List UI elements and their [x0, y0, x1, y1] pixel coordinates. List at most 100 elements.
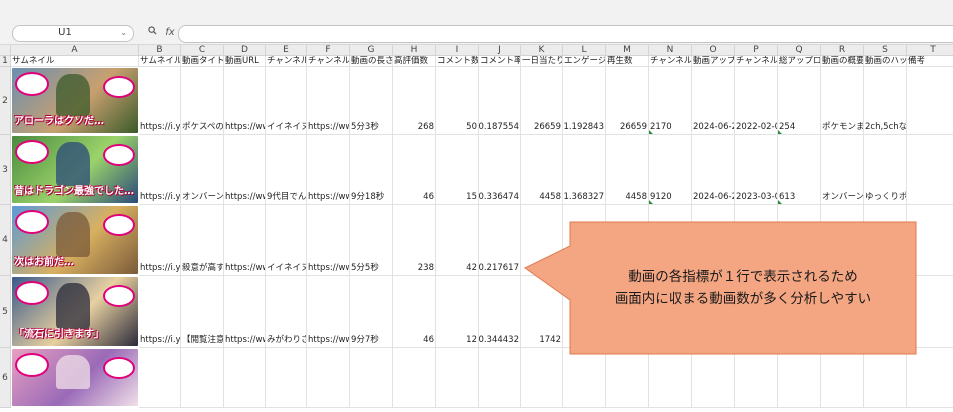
column-header-H[interactable]: H — [393, 45, 436, 56]
column-header-J[interactable]: J — [479, 45, 521, 56]
data-cell-B[interactable]: https://i.y — [139, 276, 181, 348]
header-cell[interactable]: 高評価数 — [393, 56, 436, 67]
data-cell-P[interactable]: 2022-02-0 — [735, 67, 778, 135]
select-all-corner[interactable] — [0, 45, 11, 56]
header-cell[interactable]: 動画アップ — [692, 56, 735, 67]
video-thumbnail[interactable] — [12, 349, 138, 406]
fx-label[interactable]: fx — [165, 27, 174, 38]
column-header-D[interactable]: D — [224, 45, 266, 56]
data-cell-B[interactable]: https://i.y — [139, 135, 181, 205]
data-cell-B[interactable]: https://i.y — [139, 67, 181, 135]
column-header-M[interactable]: M — [606, 45, 649, 56]
data-cell-T[interactable] — [907, 67, 953, 135]
data-cell-H[interactable]: 46 — [393, 276, 436, 348]
column-header-I[interactable]: I — [436, 45, 479, 56]
formula-input[interactable] — [178, 25, 953, 43]
data-cell-E[interactable]: 9代目でん — [266, 135, 307, 205]
data-cell-H[interactable]: 238 — [393, 205, 436, 276]
data-cell-R[interactable] — [821, 348, 864, 408]
data-cell-I[interactable]: 12 — [436, 276, 479, 348]
data-cell-F[interactable] — [307, 348, 350, 408]
data-cell-M[interactable]: 4458 — [606, 135, 649, 205]
header-cell[interactable]: 再生数 — [606, 56, 649, 67]
data-cell-I[interactable] — [436, 348, 479, 408]
header-cell[interactable]: チャンネル — [649, 56, 692, 67]
header-cell[interactable]: 動画タイトル — [181, 56, 224, 67]
column-header-N[interactable]: N — [649, 45, 692, 56]
data-cell-T[interactable] — [907, 135, 953, 205]
data-cell-K[interactable]: 26659 — [521, 67, 563, 135]
data-cell-M[interactable]: 26659 — [606, 67, 649, 135]
data-cell-O[interactable]: 2024-06-2 — [692, 67, 735, 135]
column-header-E[interactable]: E — [266, 45, 307, 56]
header-cell[interactable]: 動画の長さ — [350, 56, 393, 67]
header-cell[interactable]: 動画の概要 — [821, 56, 864, 67]
data-cell-E[interactable] — [266, 348, 307, 408]
data-cell-E[interactable]: イイネイヌ — [266, 205, 307, 276]
video-thumbnail[interactable]: 「流石に引きます」 — [12, 277, 138, 346]
data-cell-K[interactable] — [521, 348, 563, 408]
header-cell[interactable]: エンゲージ — [563, 56, 606, 67]
data-cell-C[interactable] — [181, 348, 224, 408]
data-cell-D[interactable]: https://ww — [224, 135, 266, 205]
data-cell-E[interactable]: みがわりさ — [266, 276, 307, 348]
data-cell-L[interactable]: 1.192843 — [563, 67, 606, 135]
column-header-T[interactable]: T — [907, 45, 953, 56]
header-cell[interactable]: 総アップロ — [778, 56, 821, 67]
data-cell-R[interactable]: ポケモンま — [821, 67, 864, 135]
data-cell-D[interactable]: https://ww — [224, 205, 266, 276]
data-cell-P[interactable]: 2023-03-0 — [735, 135, 778, 205]
column-header-S[interactable]: S — [864, 45, 907, 56]
header-cell[interactable]: 動画のハッ — [864, 56, 907, 67]
header-cell[interactable]: チャンネル — [307, 56, 350, 67]
data-cell-I[interactable]: 50 — [436, 67, 479, 135]
column-header-O[interactable]: O — [692, 45, 735, 56]
data-cell-F[interactable]: https://ww — [307, 276, 350, 348]
header-cell[interactable]: サムネイル — [11, 56, 139, 67]
data-cell-M[interactable] — [606, 348, 649, 408]
data-cell-J[interactable] — [479, 348, 521, 408]
data-cell-H[interactable]: 46 — [393, 135, 436, 205]
header-cell[interactable]: チャンネル — [266, 56, 307, 67]
name-box[interactable]: U1 ⌄ — [12, 25, 134, 42]
column-header-K[interactable]: K — [521, 45, 563, 56]
row-header[interactable]: 2 — [0, 67, 11, 135]
data-cell-Q[interactable]: 254 — [778, 67, 821, 135]
data-cell-N[interactable]: 2170 — [649, 67, 692, 135]
column-header-P[interactable]: P — [735, 45, 778, 56]
data-cell-J[interactable]: 0.344432 — [479, 276, 521, 348]
data-cell-D[interactable]: https://ww — [224, 67, 266, 135]
column-header-B[interactable]: B — [139, 45, 181, 56]
header-cell[interactable]: チャンネル — [735, 56, 778, 67]
data-cell-G[interactable]: 9分7秒 — [350, 276, 393, 348]
data-cell-J[interactable]: 0.187554 — [479, 67, 521, 135]
data-cell-F[interactable]: https://ww — [307, 67, 350, 135]
data-cell-K[interactable]: 4458 — [521, 135, 563, 205]
data-cell-H[interactable]: 268 — [393, 67, 436, 135]
data-cell-B[interactable]: https://i.y — [139, 205, 181, 276]
data-cell-C[interactable]: 殺意が高すぎ — [181, 205, 224, 276]
row-header[interactable]: 1 — [0, 56, 11, 67]
magnifier-icon[interactable] — [148, 26, 160, 38]
header-cell[interactable]: サムネイル — [139, 56, 181, 67]
data-cell-S[interactable] — [864, 348, 907, 408]
data-cell-F[interactable]: https://ww — [307, 135, 350, 205]
data-cell-C[interactable]: 【閲覧注意 — [181, 276, 224, 348]
data-cell-D[interactable]: https://ww — [224, 276, 266, 348]
header-cell[interactable]: 一日当たり — [521, 56, 563, 67]
data-cell-I[interactable]: 42 — [436, 205, 479, 276]
data-cell-L[interactable] — [563, 348, 606, 408]
video-thumbnail[interactable]: 昔はドラゴン最強でした… — [12, 136, 138, 203]
chevron-down-icon[interactable]: ⌄ — [120, 28, 127, 37]
data-cell-J[interactable]: 0.217617 — [479, 205, 521, 276]
data-cell-G[interactable]: 5分5秒 — [350, 205, 393, 276]
video-thumbnail[interactable]: アローラはクソだ… — [12, 68, 138, 133]
data-cell-G[interactable]: 5分3秒 — [350, 67, 393, 135]
row-header[interactable]: 5 — [0, 276, 11, 348]
data-cell-R[interactable]: オンバーン — [821, 135, 864, 205]
data-cell-J[interactable]: 0.336474 — [479, 135, 521, 205]
data-cell-C[interactable]: ポケスペの — [181, 67, 224, 135]
data-cell-E[interactable]: イイネイヌ — [266, 67, 307, 135]
data-cell-I[interactable]: 15 — [436, 135, 479, 205]
data-cell-H[interactable] — [393, 348, 436, 408]
